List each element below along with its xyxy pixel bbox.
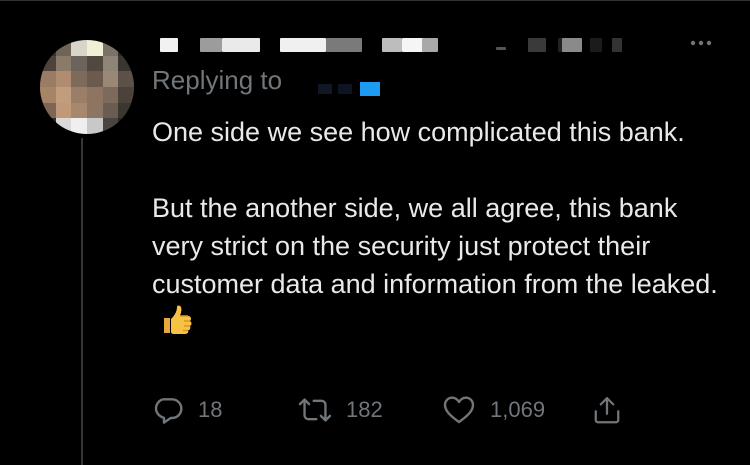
top-divider: [0, 0, 750, 1]
tweet-paragraph-2: But the another side, we all agree, this…: [152, 189, 732, 347]
share-icon: [592, 394, 622, 426]
retweet-button[interactable]: 182: [298, 392, 383, 428]
tweet-actions: 18 182 1,069: [152, 392, 652, 428]
reply-icon: [152, 394, 184, 426]
avatar[interactable]: [40, 40, 134, 134]
retweet-icon: [298, 394, 332, 426]
reply-count: 18: [198, 397, 223, 422]
heart-icon: [442, 394, 476, 426]
like-button[interactable]: 1,069: [442, 392, 545, 428]
retweet-count: 182: [346, 397, 383, 422]
reply-button[interactable]: 18: [152, 392, 222, 428]
thread-line: [81, 138, 83, 465]
reply-handle-redacted[interactable]: [318, 80, 388, 96]
display-name-redacted[interactable]: [160, 38, 640, 56]
like-count: 1,069: [490, 397, 546, 422]
share-button[interactable]: [592, 392, 622, 428]
tweet-paragraph-1: One side we see how complicated this ban…: [152, 117, 685, 147]
more-icon[interactable]: [690, 30, 712, 50]
tweet-text: One side we see how complicated this ban…: [152, 113, 732, 347]
replying-to-label: Replying to: [152, 65, 283, 95]
tweet-paragraph-2-text: But the another side, we all agree, this…: [152, 193, 718, 299]
thumbs-up-icon: [160, 303, 194, 347]
